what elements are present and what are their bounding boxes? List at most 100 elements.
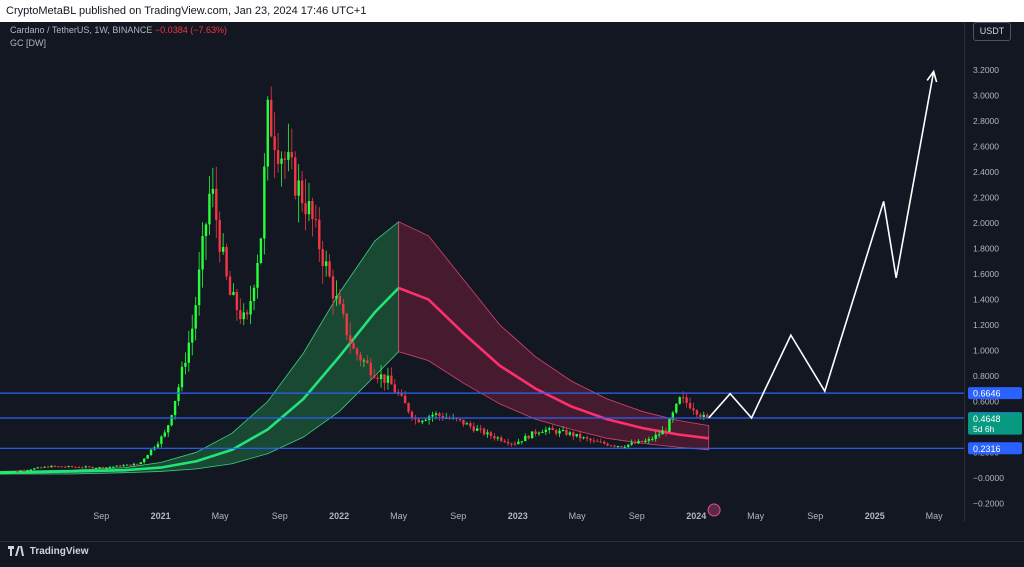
candle-body	[661, 430, 664, 435]
candle-body	[22, 470, 26, 472]
candle-body	[695, 410, 699, 415]
candle-body	[373, 375, 376, 378]
candle-body	[496, 437, 499, 439]
chart-pane[interactable]: Sep 2021 May Sep 2022 May Sep 2023 May Sep 2024 May…	[0, 22, 964, 522]
candle-body	[170, 415, 173, 426]
candle-body	[424, 419, 427, 421]
brand: TradingView	[8, 546, 89, 557]
indicator-title: GC [DW]	[10, 38, 46, 48]
price-scale[interactable]: −0.2000−0.00000.20000.40000.60000.80001.…	[964, 22, 1024, 522]
currency-button[interactable]: USDT	[973, 22, 1011, 41]
candle-body	[249, 301, 252, 315]
candle-body	[633, 442, 637, 444]
candle-body	[575, 433, 578, 437]
candle-body	[431, 414, 434, 417]
candle-body	[599, 441, 602, 443]
price-scale-labels: −0.2000−0.00000.20000.40000.60000.80001.…	[968, 65, 1022, 508]
candle-body	[561, 429, 565, 431]
publish-text: CryptoMetaBL published on TradingView.co…	[6, 5, 367, 17]
candle-body	[263, 166, 266, 239]
channel-band-falling	[398, 221, 710, 451]
candle-body	[688, 402, 692, 409]
candle-body	[469, 423, 472, 427]
candle-body	[558, 430, 561, 434]
candle-body	[578, 433, 582, 439]
indicator-legend: GC [DW]	[10, 38, 46, 48]
candle-body	[352, 343, 355, 349]
candle-body	[0, 473, 2, 475]
candle-body	[654, 434, 657, 439]
publish-banner: CryptoMetaBL published on TradingView.co…	[0, 0, 1024, 22]
y-tick-label: −0.0000	[973, 473, 1004, 483]
x-tick-label: 2025	[865, 511, 885, 521]
candle-body	[101, 467, 105, 469]
candle-body	[421, 420, 424, 423]
candle-body	[156, 443, 160, 448]
candle-body	[458, 419, 462, 421]
x-tick-label: 2022	[329, 511, 349, 521]
candle-body	[517, 441, 520, 445]
candle-body	[276, 150, 280, 164]
candle-body	[105, 467, 108, 469]
y-tick-label: 0.8000	[973, 371, 999, 381]
candle-body	[239, 310, 242, 320]
candle-body	[304, 203, 307, 215]
x-tick-label: 2023	[508, 511, 528, 521]
x-tick-label: May	[390, 511, 408, 521]
candle-body	[311, 201, 314, 220]
candle-body	[245, 312, 249, 315]
candle-body	[197, 269, 201, 306]
candle-body	[64, 466, 67, 468]
candle-body	[74, 466, 77, 468]
candle-body	[115, 465, 118, 467]
brand-name: TradingView	[29, 546, 89, 557]
candle-body	[88, 466, 91, 468]
candle-body	[489, 432, 493, 437]
candle-body	[537, 432, 541, 434]
candle-body	[91, 466, 94, 469]
candle-body	[609, 445, 613, 447]
symbol-legend: Cardano / TetherUS, 1W, BINANCE −0.0384 …	[10, 25, 227, 35]
candle-body	[300, 180, 304, 204]
candle-body	[204, 224, 208, 237]
candle-body	[84, 466, 88, 468]
candle-body	[139, 462, 142, 465]
candle-body	[129, 464, 132, 466]
candle-body	[348, 335, 352, 344]
candle-body	[328, 261, 331, 277]
candle-body	[60, 466, 63, 468]
candle-body	[46, 466, 50, 468]
candle-body	[657, 434, 661, 436]
candle-body	[173, 401, 177, 416]
y-tick-label: 2.4000	[973, 167, 999, 177]
candle-body	[589, 438, 592, 441]
x-tick-label: Sep	[450, 511, 466, 521]
price-chart: Sep 2021 May Sep 2022 May Sep 2023 May Sep 2024 May…	[0, 69, 964, 521]
symbol-title: Cardano / TetherUS, 1W, BINANCE	[10, 25, 153, 35]
candle-body	[613, 445, 616, 447]
candle-body	[345, 313, 348, 336]
candle-body	[26, 470, 29, 472]
candle-body	[184, 362, 187, 367]
candle-body	[81, 467, 84, 469]
candle-body	[462, 419, 465, 425]
y-tick-label: −0.2000	[973, 498, 1004, 508]
candle-body	[287, 152, 290, 160]
candle-body	[252, 287, 256, 302]
candle-body	[290, 152, 294, 158]
candle-body	[338, 296, 342, 304]
candle-body	[620, 446, 623, 448]
candle-body	[187, 342, 191, 363]
candle-body	[585, 437, 589, 439]
countdown-label: 5d 6h	[973, 424, 995, 434]
candle-body	[500, 437, 503, 441]
projection-path	[708, 71, 935, 420]
candle-body	[582, 437, 585, 439]
candle-body	[33, 468, 36, 470]
candle-body	[280, 158, 283, 164]
candle-body	[544, 429, 548, 432]
candle-body	[376, 377, 379, 380]
candle-body	[479, 428, 482, 430]
candle-body	[12, 471, 15, 473]
candle-body	[146, 455, 149, 459]
